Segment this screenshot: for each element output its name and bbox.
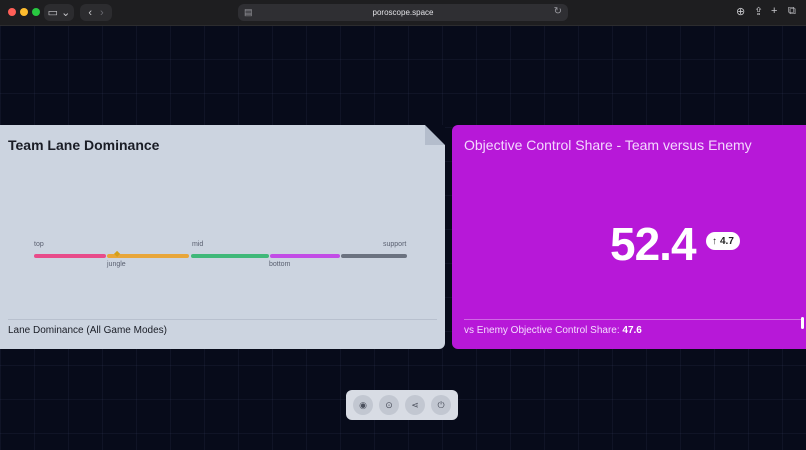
footer-value: 47.6 xyxy=(622,325,642,336)
objective-control-card: Objective Control Share - Team versus En… xyxy=(452,125,806,349)
sidebar-toggle-button[interactable]: ▭ ⌄ xyxy=(44,4,74,21)
scroll-indicator[interactable] xyxy=(801,317,804,329)
zoom-window-button[interactable] xyxy=(32,8,40,16)
share-icon: ⋖ xyxy=(411,399,419,410)
forward-icon[interactable]: › xyxy=(100,7,104,19)
segment-mid xyxy=(191,254,269,258)
lane-label-jungle: jungle xyxy=(107,261,126,268)
tab-overview-icon[interactable]: ⧉ xyxy=(788,5,796,18)
lane-label-bottom: bottom xyxy=(269,261,291,268)
card-title: Objective Control Share - Team versus En… xyxy=(464,137,752,153)
card-fold-corner xyxy=(425,125,445,145)
card-title: Team Lane Dominance xyxy=(8,137,160,153)
new-tab-icon[interactable]: + xyxy=(771,5,777,17)
sidebar-icon: ▭ ⌄ xyxy=(47,7,71,19)
power-icon: ⏻ xyxy=(437,399,445,410)
minimize-window-button[interactable] xyxy=(20,8,28,16)
power-button[interactable]: ⏻ xyxy=(431,395,451,415)
segment-top xyxy=(34,254,106,258)
lane-label-mid: mid xyxy=(192,241,204,248)
footer-label: vs Enemy Objective Control Share: xyxy=(464,325,620,336)
url-text: poroscope.space xyxy=(372,8,434,17)
record-icon: ⊙ xyxy=(385,399,393,410)
reload-icon[interactable]: ↻ xyxy=(554,6,562,17)
history-nav: ‹ › xyxy=(80,4,112,21)
arrow-up-icon: ↑ xyxy=(712,235,717,247)
card-footer: Lane Dominance (All Game Modes) xyxy=(8,325,167,336)
back-icon[interactable]: ‹ xyxy=(88,7,92,19)
lane-dominance-card: Team Lane Dominance top mid support ◆ ju… xyxy=(0,125,445,349)
share-page-icon[interactable]: ⇪ xyxy=(754,5,763,18)
github-button[interactable]: ◉ xyxy=(353,395,373,415)
divider xyxy=(464,319,802,320)
metric-value: 52.4 xyxy=(610,218,697,270)
lane-label-support: support xyxy=(383,241,407,248)
github-icon: ◉ xyxy=(359,399,367,410)
lane-label-top: top xyxy=(34,241,44,248)
share-button[interactable]: ⋖ xyxy=(405,395,425,415)
address-bar[interactable]: ▤ poroscope.space ↻ xyxy=(238,4,568,21)
page-icon: ▤ xyxy=(244,7,253,17)
divider xyxy=(8,319,437,320)
segment-support xyxy=(341,254,407,258)
delta-value: 4.7 xyxy=(720,235,734,247)
jungle-marker-icon: ◆ xyxy=(114,249,121,258)
segment-bottom xyxy=(270,254,340,258)
close-window-button[interactable] xyxy=(8,8,16,16)
bottom-toolbar: ◉ ⊙ ⋖ ⏻ xyxy=(346,390,458,420)
delta-badge: ↑ 4.7 xyxy=(706,232,740,250)
card-footer: vs Enemy Objective Control Share: 47.6 xyxy=(464,325,642,336)
record-button[interactable]: ⊙ xyxy=(379,395,399,415)
browser-titlebar: ▭ ⌄ ‹ › ▤ poroscope.space ↻ ⊕ ⇪ + ⧉ xyxy=(0,0,806,26)
download-icon[interactable]: ⊕ xyxy=(736,5,745,18)
